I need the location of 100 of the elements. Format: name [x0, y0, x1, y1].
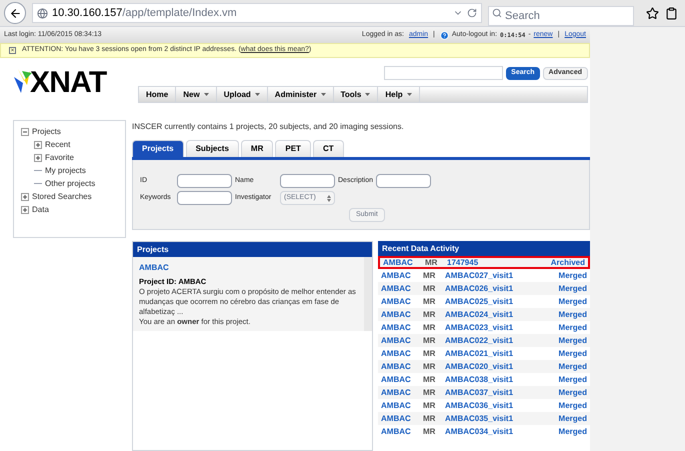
nav-menu[interactable]: Administer [268, 87, 334, 102]
status-link[interactable]: Merged [558, 282, 587, 294]
tree-item[interactable]: My projects [45, 164, 86, 176]
text-field[interactable] [280, 174, 335, 188]
activity-row[interactable]: AMBAC MR AMBAC020_visit1 Merged [378, 360, 590, 373]
status-link[interactable]: Merged [558, 308, 587, 320]
session-link[interactable]: AMBAC038_visit1 [445, 374, 514, 386]
nav-menu[interactable]: Home [139, 87, 176, 102]
back-button[interactable] [4, 2, 26, 24]
modality-text: MR [423, 334, 436, 346]
tab[interactable]: MR [240, 140, 274, 157]
project-link[interactable]: AMBAC [381, 308, 423, 320]
text-field[interactable] [177, 174, 232, 188]
project-link[interactable]: AMBAC [381, 426, 423, 438]
tree-item[interactable]: Data [32, 204, 49, 216]
status-link[interactable]: Archived [550, 256, 585, 268]
tree-item[interactable]: Recent [45, 138, 70, 150]
session-link[interactable]: AMBAC025_visit1 [445, 296, 514, 308]
session-link[interactable]: AMBAC021_visit1 [445, 348, 514, 360]
tree-item[interactable]: Other projects [45, 178, 96, 190]
project-link[interactable]: AMBAC [381, 296, 423, 308]
project-link[interactable]: AMBAC [381, 400, 423, 412]
bookmark-icon[interactable] [646, 6, 659, 20]
session-link[interactable]: AMBAC022_visit1 [445, 334, 514, 346]
status-link[interactable]: Merged [558, 374, 587, 386]
expand-toggle[interactable] [34, 154, 42, 162]
status-link[interactable]: Merged [558, 412, 587, 424]
session-link[interactable]: AMBAC034_visit1 [445, 426, 514, 438]
collapse-toggle[interactable] [21, 128, 29, 136]
status-link[interactable]: Merged [558, 360, 587, 372]
session-link[interactable]: AMBAC026_visit1 [445, 282, 514, 294]
project-link[interactable]: AMBAC [381, 412, 423, 424]
activity-row[interactable]: AMBAC MR AMBAC035_visit1 Merged [378, 412, 590, 425]
project-link[interactable]: AMBAC [381, 374, 423, 386]
activity-row[interactable]: AMBAC MR AMBAC024_visit1 Merged [378, 308, 590, 321]
project-link[interactable]: AMBAC [381, 348, 423, 360]
session-link[interactable]: AMBAC037_visit1 [445, 386, 514, 398]
logo-text: XNAT [30, 68, 106, 98]
tree-item[interactable]: Favorite [45, 152, 74, 164]
session-link[interactable]: 1747945 [447, 256, 478, 268]
tab[interactable]: PET [275, 140, 311, 157]
expand-toggle[interactable] [21, 192, 29, 200]
modality-text: MR [423, 322, 436, 334]
help-icon[interactable] [440, 30, 449, 40]
url-field[interactable]: 10.30.160.157/app/template/Index.vm [32, 3, 482, 23]
tab[interactable]: Projects [132, 140, 184, 157]
session-link[interactable]: AMBAC036_visit1 [445, 400, 514, 412]
session-link[interactable]: AMBAC023_visit1 [445, 322, 514, 334]
modality-text: MR [423, 426, 436, 438]
project-link[interactable]: AMBAC [381, 322, 423, 334]
status-link[interactable]: Merged [558, 270, 587, 282]
reload-icon[interactable] [467, 8, 477, 18]
project-link[interactable]: AMBAC [381, 334, 423, 346]
expand-toggle[interactable] [21, 206, 29, 214]
text-field[interactable] [177, 191, 232, 205]
status-link[interactable]: Merged [558, 426, 587, 438]
back-arrow-icon [8, 6, 22, 20]
project-link[interactable]: AMBAC [383, 256, 425, 268]
panel-header: Recent Data Activity [378, 241, 590, 256]
text-field[interactable] [376, 174, 432, 188]
activity-row[interactable]: AMBAC MR AMBAC026_visit1 Merged [378, 282, 590, 295]
session-link[interactable]: AMBAC027_visit1 [445, 270, 514, 282]
project-link[interactable]: AMBAC [381, 270, 423, 282]
modality-text: MR [423, 270, 436, 282]
tab[interactable]: Subjects [186, 140, 239, 157]
nav-menu[interactable]: Tools [334, 87, 378, 102]
project-link[interactable]: AMBAC [381, 360, 423, 372]
search-field[interactable]: Search [488, 6, 634, 26]
scrollbar[interactable] [364, 257, 372, 331]
status-link[interactable]: Merged [558, 296, 587, 308]
tree-item[interactable]: Projects [32, 126, 61, 138]
expand-toggle[interactable] [34, 140, 42, 148]
project-link[interactable]: AMBAC [139, 263, 358, 273]
status-link[interactable]: Merged [558, 348, 587, 360]
url-text: 10.30.160.157/app/template/Index.vm [52, 6, 237, 21]
tab[interactable]: CT [312, 140, 344, 157]
spinner-arrows-icon [327, 194, 331, 202]
modality-text: MR [423, 348, 436, 360]
search-field[interactable] [384, 66, 504, 80]
session-link[interactable]: AMBAC020_visit1 [445, 360, 514, 372]
nav-menu[interactable]: Upload [216, 87, 268, 102]
status-link[interactable]: Merged [558, 334, 587, 346]
project-link[interactable]: AMBAC [381, 386, 423, 398]
nav-menu[interactable]: New [176, 87, 217, 102]
modality-text: MR [423, 296, 436, 308]
activity-row[interactable]: AMBAC MR AMBAC022_visit1 Merged [378, 334, 590, 347]
activity-row[interactable]: AMBAC MR AMBAC037_visit1 Merged [378, 386, 590, 399]
modality-text: MR [423, 400, 436, 412]
globe-icon [37, 8, 48, 18]
status-link[interactable]: Merged [558, 386, 587, 398]
session-link[interactable]: AMBAC024_visit1 [445, 308, 514, 320]
modality-text: MR [425, 256, 438, 268]
clipboard-icon[interactable] [665, 6, 678, 20]
activity-row[interactable]: AMBAC MR 1747945 Archived [378, 256, 590, 269]
tree-item[interactable]: Stored Searches [32, 190, 92, 202]
status-link[interactable]: Merged [558, 400, 587, 412]
status-link[interactable]: Merged [558, 322, 587, 334]
session-link[interactable]: AMBAC035_visit1 [445, 412, 514, 424]
nav-menu[interactable]: Help [378, 87, 420, 102]
project-link[interactable]: AMBAC [381, 282, 423, 294]
